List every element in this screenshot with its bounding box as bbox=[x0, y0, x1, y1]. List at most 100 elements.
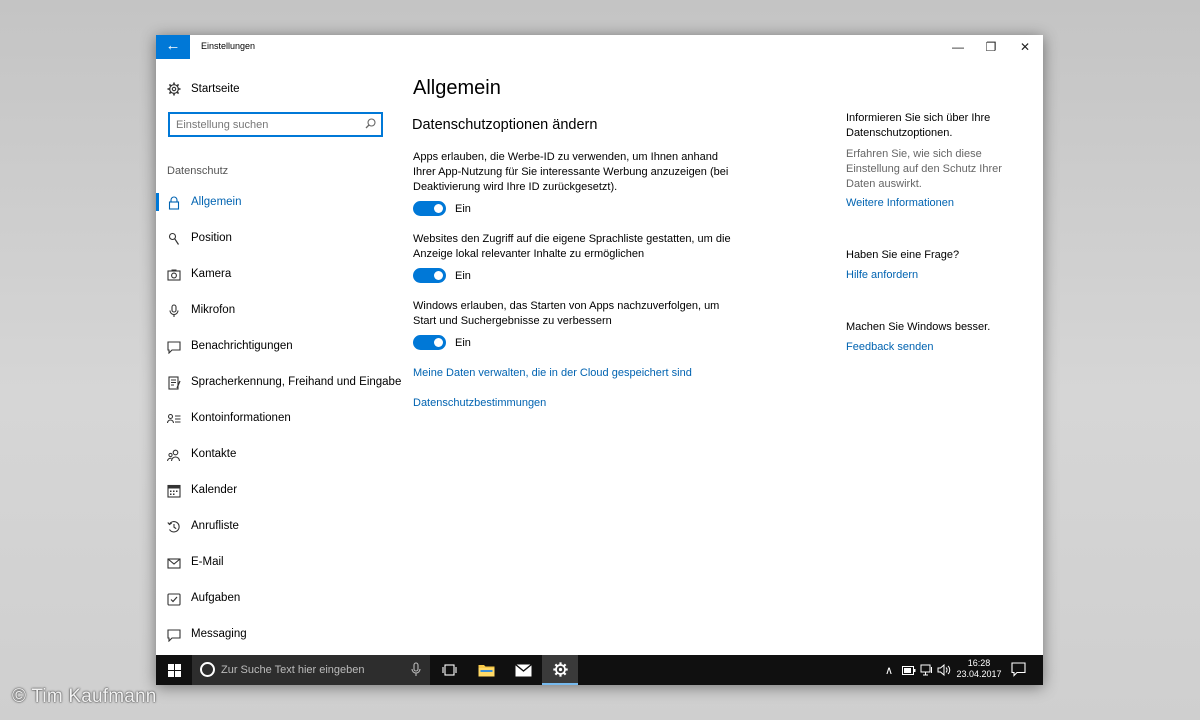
page-title: Allgemein bbox=[413, 77, 501, 99]
search-icon[interactable] bbox=[365, 118, 376, 129]
minimize-button[interactable]: — bbox=[941, 35, 975, 59]
sidebar-item-allgemein[interactable]: Allgemein bbox=[156, 188, 396, 218]
gear-icon bbox=[167, 82, 181, 96]
notification-icon bbox=[167, 340, 181, 354]
sidebar-item-label: Anrufliste bbox=[191, 520, 239, 532]
taskbar-search-placeholder: Zur Suche Text hier eingeben bbox=[221, 664, 365, 676]
sidebar-item-label: Kontakte bbox=[191, 448, 237, 460]
title-bar: ← Einstellungen — ❐ ✕ bbox=[156, 35, 1043, 59]
action-center-icon[interactable] bbox=[1011, 662, 1026, 677]
option-description-app-launch-tracking: Windows erlauben, das Starten von Apps n… bbox=[413, 300, 720, 327]
call-history-icon bbox=[167, 520, 181, 534]
back-button[interactable]: ← bbox=[156, 35, 190, 59]
sidebar-item-kontoinformationen[interactable]: Kontoinformationen bbox=[156, 404, 396, 434]
clock[interactable]: 16:28 23.04.2017 bbox=[954, 658, 1004, 680]
toggle-state-label: Ein bbox=[455, 203, 471, 215]
sidebar-item-kamera[interactable]: Kamera bbox=[156, 260, 396, 290]
link-more-info[interactable]: Weitere Informationen bbox=[846, 197, 954, 209]
sidebar: Startseite Datenschutz Allgemein Positio… bbox=[156, 59, 401, 655]
link-privacy-statement[interactable]: Datenschutzbestimmungen bbox=[413, 397, 546, 409]
microphone-icon bbox=[167, 304, 181, 318]
clock-date: 23.04.2017 bbox=[956, 669, 1002, 679]
mail-icon bbox=[514, 663, 532, 676]
contacts-icon bbox=[167, 448, 181, 462]
file-explorer-button[interactable] bbox=[468, 655, 504, 685]
microphone-icon[interactable] bbox=[411, 662, 421, 677]
messaging-icon bbox=[167, 628, 181, 642]
task-view-icon bbox=[441, 664, 457, 676]
close-button[interactable]: ✕ bbox=[1008, 35, 1042, 59]
toggle-knob bbox=[434, 271, 443, 280]
camera-icon bbox=[167, 268, 181, 282]
help-panel: Informieren Sie sich über Ihre Datenschu… bbox=[846, 59, 1026, 655]
sidebar-home-label: Startseite bbox=[191, 83, 240, 95]
gear-icon bbox=[552, 661, 568, 677]
sidebar-item-label: Mikrofon bbox=[191, 304, 236, 316]
window-title: Einstellungen bbox=[201, 41, 256, 51]
watermark: © Tim Kaufmann bbox=[12, 686, 157, 707]
sidebar-item-label: Aufgaben bbox=[191, 592, 241, 604]
option-description-language-list: Websites den Zugriff auf die eigene Spra… bbox=[413, 233, 731, 260]
sidebar-item-label: E-Mail bbox=[191, 556, 224, 568]
sidebar-item-aufgaben[interactable]: Aufgaben bbox=[156, 584, 396, 614]
sidebar-item-kalender[interactable]: Kalender bbox=[156, 476, 396, 506]
mail-icon bbox=[167, 556, 181, 570]
sidebar-item-label: Messaging bbox=[191, 628, 247, 640]
sidebar-item-label: Kalender bbox=[191, 484, 238, 496]
sidebar-item-email[interactable]: E-Mail bbox=[156, 548, 396, 578]
sidebar-home[interactable]: Startseite bbox=[156, 79, 396, 99]
sidebar-item-messaging[interactable]: Messaging bbox=[156, 620, 396, 650]
sidebar-item-benachrichtigungen[interactable]: Benachrichtigungen bbox=[156, 332, 396, 362]
info-heading: Informieren Sie sich über Ihre Datenschu… bbox=[846, 112, 991, 139]
sidebar-item-label: Kontoinformationen bbox=[191, 412, 291, 424]
battery-icon[interactable] bbox=[902, 663, 916, 677]
toggle-knob bbox=[434, 338, 443, 347]
volume-icon[interactable] bbox=[937, 663, 951, 677]
task-view-button[interactable] bbox=[431, 655, 467, 685]
account-info-icon bbox=[167, 412, 181, 426]
sidebar-item-label: Allgemein bbox=[191, 196, 242, 208]
toggle-state-label: Ein bbox=[455, 270, 471, 282]
question-heading: Haben Sie eine Frage? bbox=[846, 249, 960, 261]
sidebar-item-position[interactable]: Position bbox=[156, 224, 396, 254]
toggle-app-launch-tracking[interactable] bbox=[413, 335, 446, 350]
speech-icon bbox=[167, 376, 181, 390]
active-indicator bbox=[156, 193, 159, 211]
lock-icon bbox=[167, 196, 181, 210]
sidebar-item-kontakte[interactable]: Kontakte bbox=[156, 440, 396, 470]
sidebar-item-anrufliste[interactable]: Anrufliste bbox=[156, 512, 396, 542]
tray-chevron-icon[interactable]: ∧ bbox=[885, 663, 893, 677]
sidebar-item-spracherkennung[interactable]: Spracherkennung, Freihand und Eingabe bbox=[156, 368, 401, 398]
info-text: Erfahren Sie, wie sich diese Einstellung… bbox=[846, 148, 1002, 190]
mail-app-button[interactable] bbox=[505, 655, 541, 685]
settings-app-button[interactable] bbox=[542, 655, 578, 685]
link-send-feedback[interactable]: Feedback senden bbox=[846, 341, 933, 353]
sidebar-item-label: Kamera bbox=[191, 268, 232, 280]
maximize-button[interactable]: ❐ bbox=[974, 35, 1008, 59]
taskbar: Zur Suche Text hier eingeben ∧ 16:28 23.… bbox=[156, 655, 1043, 685]
clock-time: 16:28 bbox=[967, 658, 991, 668]
sidebar-item-label: Spracherkennung, Freihand und Eingabe bbox=[191, 376, 402, 388]
sidebar-item-mikrofon[interactable]: Mikrofon bbox=[156, 296, 396, 326]
cortana-icon[interactable] bbox=[200, 662, 215, 677]
start-button[interactable] bbox=[156, 655, 192, 685]
settings-window: ← Einstellungen — ❐ ✕ Startseite Datensc… bbox=[156, 35, 1043, 685]
feedback-heading: Machen Sie Windows besser. bbox=[846, 321, 991, 333]
settings-search-input[interactable] bbox=[176, 117, 356, 132]
network-icon[interactable] bbox=[920, 663, 934, 677]
sidebar-item-label: Position bbox=[191, 232, 232, 244]
taskbar-search[interactable]: Zur Suche Text hier eingeben bbox=[192, 655, 430, 685]
windows-logo-icon bbox=[167, 663, 181, 677]
link-get-help[interactable]: Hilfe anfordern bbox=[846, 269, 918, 281]
sidebar-item-label: Benachrichtigungen bbox=[191, 340, 293, 352]
toggle-advertising-id[interactable] bbox=[413, 201, 446, 216]
main-content: Allgemein Datenschutzoptionen ändern App… bbox=[412, 59, 832, 655]
toggle-knob bbox=[434, 204, 443, 213]
calendar-icon bbox=[167, 484, 181, 498]
link-manage-cloud-data[interactable]: Meine Daten verwalten, die in der Cloud … bbox=[413, 367, 692, 379]
toggle-language-list[interactable] bbox=[413, 268, 446, 283]
section-label: Datenschutz bbox=[167, 165, 229, 177]
toggle-state-label: Ein bbox=[455, 337, 471, 349]
tasks-icon bbox=[167, 592, 181, 606]
settings-search[interactable] bbox=[168, 112, 383, 137]
